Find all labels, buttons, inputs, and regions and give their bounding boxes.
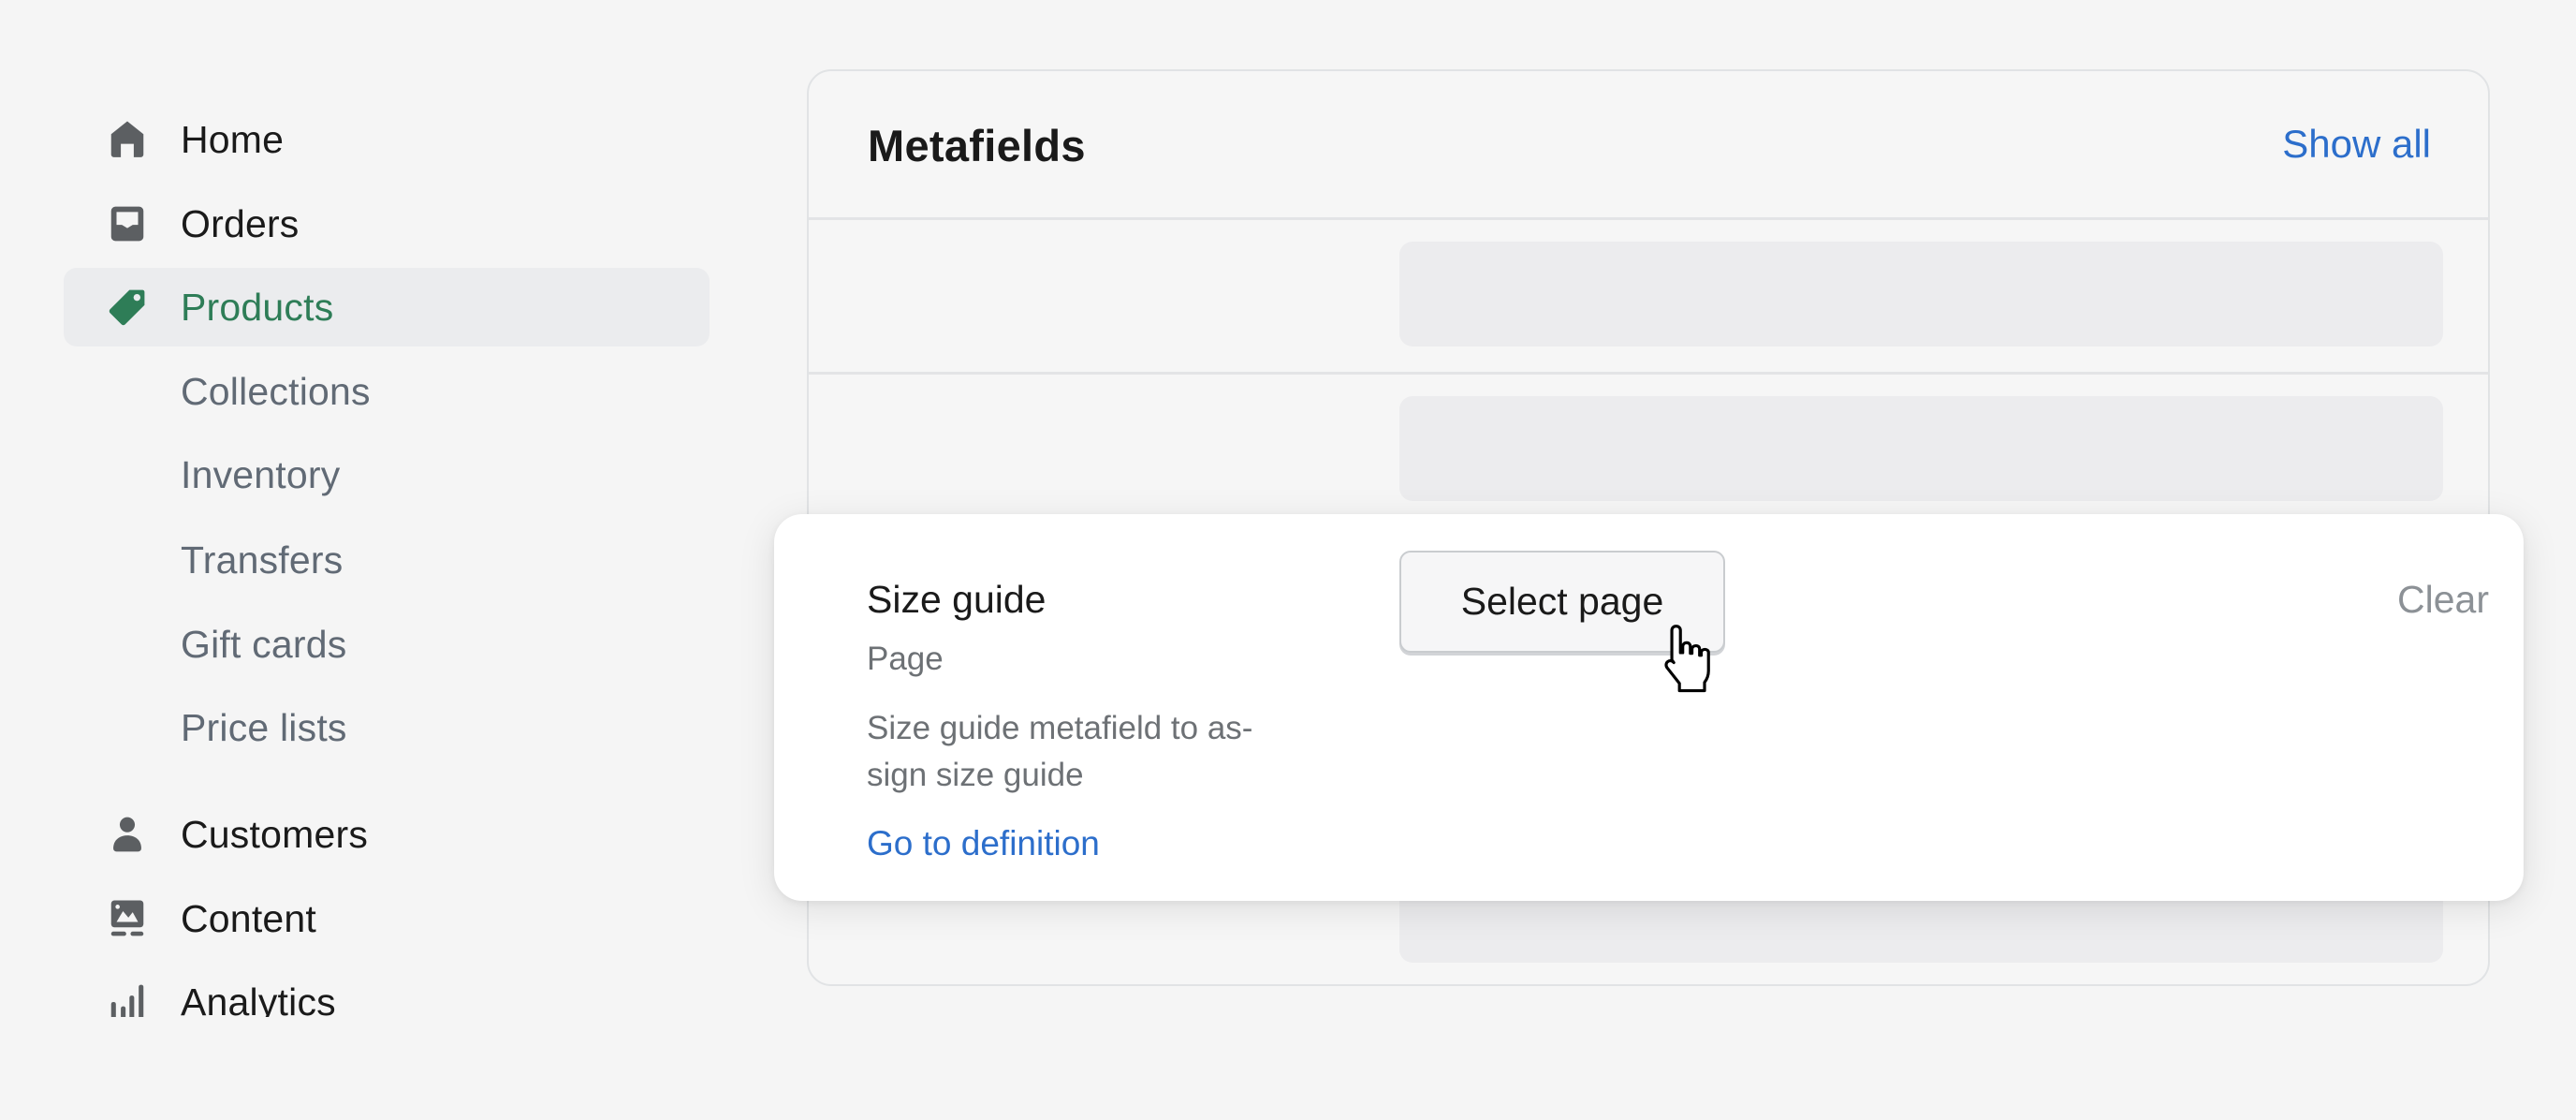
sidebar-item-collections[interactable]: Collections bbox=[64, 352, 710, 431]
sidebar-item-home[interactable]: Home bbox=[64, 100, 710, 179]
go-to-definition-link[interactable]: Go to definition bbox=[867, 824, 1100, 863]
show-all-link[interactable]: Show all bbox=[2282, 122, 2431, 167]
description-line: sign size guide bbox=[867, 757, 1084, 793]
metafield-value-placeholder[interactable] bbox=[1399, 242, 2443, 346]
sidebar-item-label: Home bbox=[181, 117, 285, 161]
metafield-name: Size guide bbox=[867, 578, 1046, 621]
sidebar-item-label: Customers bbox=[181, 812, 369, 856]
sidebar-item-transfers[interactable]: Transfers bbox=[64, 521, 710, 599]
divider bbox=[809, 372, 2488, 375]
sidebar-item-gift-cards[interactable]: Gift cards bbox=[64, 605, 710, 684]
divider bbox=[809, 217, 2488, 220]
inbox-icon bbox=[105, 201, 150, 246]
sidebar-item-content[interactable]: Content bbox=[64, 879, 710, 958]
description-line: Size guide metafield to as- bbox=[867, 710, 1253, 746]
metafield-description: Size guide metafield to as- sign size gu… bbox=[867, 705, 1354, 799]
sidebar-item-price-lists[interactable]: Price lists bbox=[64, 688, 710, 767]
sidebar-item-label: Collections bbox=[181, 369, 371, 413]
person-icon bbox=[105, 812, 150, 857]
bar-chart-icon bbox=[105, 980, 150, 1017]
sidebar-item-label: Orders bbox=[181, 201, 300, 245]
sidebar-item-customers[interactable]: Customers bbox=[64, 795, 710, 874]
sidebar: Home Orders Products Collections Invento… bbox=[0, 0, 749, 1017]
sidebar-item-label: Transfers bbox=[181, 538, 344, 582]
sidebar-item-label: Content bbox=[181, 896, 317, 940]
sidebar-item-analytics[interactable]: Analytics bbox=[64, 963, 710, 1017]
sidebar-item-products[interactable]: Products bbox=[64, 268, 710, 346]
sidebar-item-label: Inventory bbox=[181, 452, 341, 496]
image-icon bbox=[105, 896, 150, 941]
sidebar-item-label: Analytics bbox=[181, 980, 336, 1018]
metafield-type: Page bbox=[867, 641, 944, 677]
sidebar-item-label: Price lists bbox=[181, 705, 347, 749]
select-page-button[interactable]: Select page bbox=[1399, 551, 1725, 653]
sidebar-item-inventory[interactable]: Inventory bbox=[64, 435, 710, 514]
sidebar-item-orders[interactable]: Orders bbox=[64, 184, 710, 263]
clear-button[interactable]: Clear bbox=[2397, 578, 2489, 622]
metafield-row-size-guide: Size guide Page Size guide metafield to … bbox=[774, 514, 2524, 901]
metafield-value-placeholder[interactable] bbox=[1399, 396, 2443, 501]
sidebar-item-label: Products bbox=[181, 285, 334, 329]
sidebar-item-label: Gift cards bbox=[181, 622, 347, 666]
card-title: Metafields bbox=[868, 121, 1086, 170]
tag-icon bbox=[105, 285, 150, 330]
home-icon bbox=[105, 117, 150, 162]
